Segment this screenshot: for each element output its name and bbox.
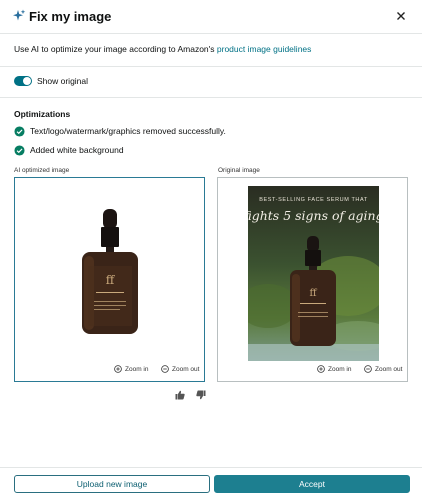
optimization-item: Text/logo/watermark/graphics removed suc… — [14, 125, 226, 137]
zoom-in-button[interactable]: Zoom in — [317, 365, 351, 373]
zoom-out-button[interactable]: Zoom out — [161, 365, 199, 373]
dialog-header: Fix my image — [0, 0, 422, 34]
zoom-in-label: Zoom in — [125, 365, 149, 373]
optimization-text: Added white background — [30, 145, 124, 155]
svg-text:ff: ff — [106, 273, 116, 287]
upload-new-image-button[interactable]: Upload new image — [14, 475, 210, 493]
divider — [0, 97, 422, 98]
intro-description: Use AI to optimize your image according … — [14, 44, 217, 54]
zoom-in-icon — [317, 365, 325, 373]
thumbs-down-icon[interactable] — [196, 390, 206, 400]
original-image-label: Original image — [218, 167, 260, 174]
toggle-knob — [23, 77, 31, 85]
sparkle-icon — [13, 9, 26, 21]
zoom-out-button[interactable]: Zoom out — [364, 365, 402, 373]
show-original-label: Show original — [37, 76, 89, 86]
original-image-panel[interactable]: BEST-SELLING FACE SERUM THAT fights 5 si… — [217, 177, 408, 382]
original-product-image: BEST-SELLING FACE SERUM THAT fights 5 si… — [248, 186, 379, 361]
guidelines-link[interactable]: product image guidelines — [217, 44, 312, 54]
serum-bottle-image: ff — [82, 209, 138, 334]
check-circle-icon — [14, 125, 25, 137]
poster-line2: fights 5 signs of aging — [248, 208, 379, 223]
thumbs-up-icon[interactable] — [175, 390, 185, 400]
zoom-in-button[interactable]: Zoom in — [114, 365, 148, 373]
divider — [0, 66, 422, 67]
show-original-toggle[interactable] — [14, 76, 32, 86]
svg-text:ff: ff — [309, 288, 317, 299]
optimized-image-panel[interactable]: ff Zoom in Zoom out — [14, 177, 205, 382]
optimizations-heading: Optimizations — [14, 109, 71, 119]
optimization-text: Text/logo/watermark/graphics removed suc… — [30, 126, 226, 136]
poster-line1: BEST-SELLING FACE SERUM THAT — [259, 197, 368, 203]
zoom-in-label: Zoom in — [328, 365, 352, 373]
accept-button[interactable]: Accept — [214, 475, 410, 493]
zoom-out-label: Zoom out — [375, 365, 403, 373]
optimized-image-label: AI optimized image — [14, 167, 70, 174]
optimization-item: Added white background — [14, 144, 124, 156]
footer-divider — [0, 467, 422, 468]
zoom-in-icon — [114, 365, 122, 373]
intro-text: Use AI to optimize your image according … — [14, 44, 311, 54]
zoom-out-icon — [161, 365, 169, 373]
close-icon[interactable] — [393, 8, 409, 24]
dialog-title: Fix my image — [29, 9, 112, 24]
zoom-out-label: Zoom out — [172, 365, 200, 373]
zoom-out-icon — [364, 365, 372, 373]
check-circle-icon — [14, 144, 25, 156]
